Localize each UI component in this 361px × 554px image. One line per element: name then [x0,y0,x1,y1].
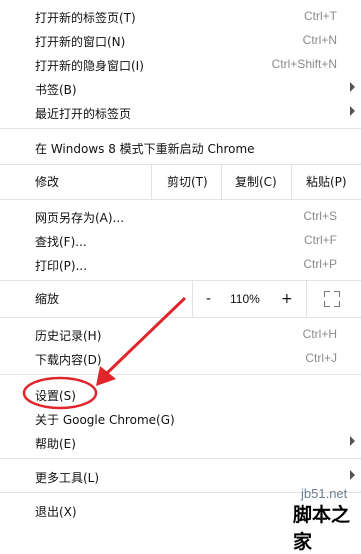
menu-item-history[interactable]: 历史记录(H) Ctrl+H [0,322,361,346]
submenu-arrow-icon [350,106,355,116]
edit-divider [151,165,152,199]
menu-item-shortcut: Ctrl+N [302,33,337,47]
menu-item-relaunch-windows8[interactable]: 在 Windows 8 模式下重新启动 Chrome [0,135,361,159]
menu-item-label: 打开新的窗口(N) [35,35,126,49]
watermark-name: 脚本之家 [293,504,351,553]
menu-item-save-as[interactable]: 网页另存为(A)... Ctrl+S [0,204,361,228]
menu-separator [0,199,361,200]
menu-item-downloads[interactable]: 下载内容(D) Ctrl+J [0,346,361,370]
menu-item-label: 下载内容(D) [35,353,102,367]
fullscreen-icon[interactable] [324,291,340,307]
menu-item-label: 退出(X) [35,505,77,519]
menu-item-label: 网页另存为(A)... [35,211,125,225]
submenu-arrow-icon [350,470,355,480]
menu-item-help[interactable]: 帮助(E) [0,430,361,454]
menu-item-settings[interactable]: 设置(S) [0,382,361,406]
zoom-label: 缩放 [35,292,60,306]
menu-item-shortcut: Ctrl+J [305,351,337,365]
menu-item-new-window[interactable]: 打开新的窗口(N) Ctrl+N [0,28,361,52]
menu-item-recent-tabs[interactable]: 最近打开的标签页 [0,100,361,124]
menu-item-label: 在 Windows 8 模式下重新启动 Chrome [35,142,255,156]
edit-divider [291,165,292,199]
edit-row: 修改 剪切(T) 复制(C) 粘贴(P) [0,165,361,199]
menu-separator [0,317,361,318]
zoom-divider [306,281,307,317]
menu-item-label: 查找(F)... [35,235,87,249]
edit-divider [221,165,222,199]
menu-item-label: 更多工具(L) [35,471,100,485]
menu-item-label: 打印(P)... [35,259,88,273]
zoom-in-button[interactable]: + [281,281,293,317]
menu-item-shortcut: Ctrl+P [303,257,337,271]
cut-button[interactable]: 剪切(T) [167,165,208,199]
menu-item-shortcut: Ctrl+H [302,327,337,341]
menu-item-label: 书签(B) [35,83,77,97]
menu-item-shortcut: Ctrl+S [303,209,337,223]
menu-item-bookmarks[interactable]: 书签(B) [0,76,361,100]
menu-item-shortcut: Ctrl+T [304,9,337,23]
submenu-arrow-icon [350,82,355,92]
copy-button[interactable]: 复制(C) [235,165,277,199]
zoom-level: 110% [230,292,260,306]
zoom-row: 缩放 - 110% + [0,281,361,317]
menu-item-shortcut: Ctrl+F [304,233,337,247]
zoom-divider [192,281,193,317]
menu-item-more-tools[interactable]: 更多工具(L) [0,464,361,488]
paste-button[interactable]: 粘贴(P) [306,165,347,199]
menu-item-label: 关于 Google Chrome(G) [35,413,175,427]
menu-separator [0,374,361,375]
menu-separator [0,458,361,459]
menu-item-new-incognito[interactable]: 打开新的隐身窗口(I) Ctrl+Shift+N [0,52,361,76]
menu-item-print[interactable]: 打印(P)... Ctrl+P [0,252,361,276]
menu-item-label: 打开新的标签页(T) [35,11,136,25]
menu-item-find[interactable]: 查找(F)... Ctrl+F [0,228,361,252]
submenu-arrow-icon [350,436,355,446]
menu-item-label: 帮助(E) [35,437,76,451]
edit-label: 修改 [35,175,60,189]
menu-item-label: 设置(S) [35,389,76,403]
menu-item-new-tab[interactable]: 打开新的标签页(T) Ctrl+T [0,4,361,28]
chrome-context-menu: 打开新的标签页(T) Ctrl+T 打开新的窗口(N) Ctrl+N 打开新的隐… [0,0,361,526]
menu-separator [0,128,361,129]
menu-item-about[interactable]: 关于 Google Chrome(G) [0,406,361,430]
watermark-site: jb51.net [301,486,348,501]
menu-item-shortcut: Ctrl+Shift+N [271,57,337,71]
menu-item-label: 最近打开的标签页 [35,107,132,121]
menu-item-label: 打开新的隐身窗口(I) [35,59,144,73]
zoom-out-button[interactable]: - [206,281,211,317]
menu-item-label: 历史记录(H) [35,329,102,343]
